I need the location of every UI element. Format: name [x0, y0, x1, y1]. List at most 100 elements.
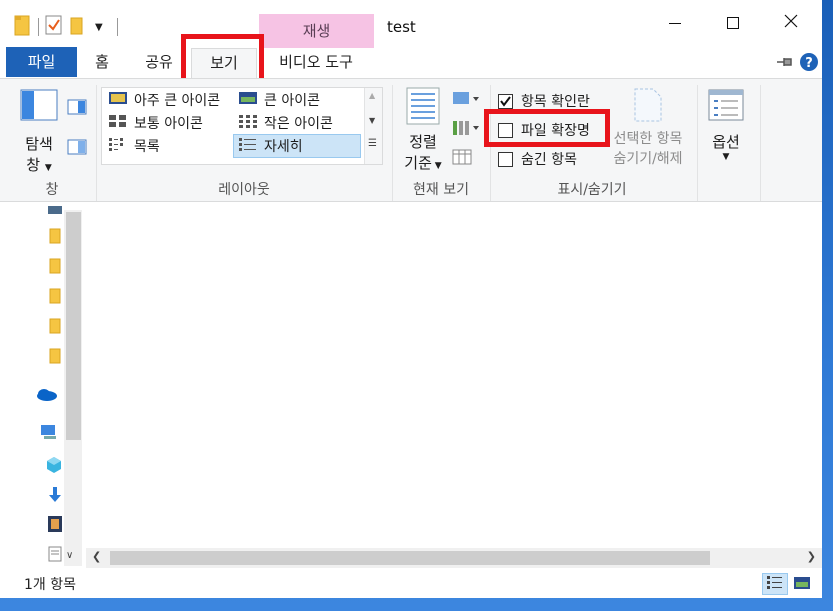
folder-icon[interactable]	[49, 258, 61, 278]
small-icons-icon	[238, 114, 258, 132]
hide-selected-icon	[633, 88, 663, 127]
layout-label: 작은 아이콘	[264, 116, 333, 132]
size-columns-icon[interactable]	[452, 149, 472, 169]
navigation-pane-scroll-thumb[interactable]	[66, 212, 81, 440]
svg-text:?: ?	[805, 56, 813, 71]
hidden-items-label: 숨긴 항목	[521, 152, 577, 168]
hide-selected-items-button[interactable]: 선택한 항목 숨기기/해제	[606, 87, 690, 168]
sort-by-label-1: 정렬	[409, 133, 437, 151]
highlight-file-extensions	[484, 109, 610, 147]
window-title: test	[387, 18, 416, 36]
layout-details[interactable]: 자세히	[233, 134, 361, 158]
large-icons-view-button[interactable]	[793, 576, 811, 594]
title-bar: ▼ 재생 test	[0, 0, 822, 48]
add-columns-icon[interactable]	[452, 119, 480, 141]
large-icons-icon	[238, 91, 258, 109]
chevron-down-icon: ▼	[722, 152, 730, 162]
navigation-pane-label-2: 창 ▼	[14, 154, 64, 175]
folder-icon[interactable]	[49, 318, 61, 338]
hide-selected-label-1: 선택한 항목	[613, 131, 683, 147]
details-pane-icon[interactable]	[67, 139, 87, 159]
layout-small-icons[interactable]: 작은 아이콘	[234, 112, 333, 134]
close-button[interactable]	[763, 8, 819, 38]
ribbon: 탐색 창 ▼ 창 아주 큰 아이콘 큰 아이콘 보통 아이콘 작은 아이콘 목록…	[0, 78, 822, 202]
sort-by-button[interactable]: 정렬 기준 ▼	[401, 87, 445, 173]
videos-icon[interactable]	[48, 516, 62, 536]
layout-extra-large-icons[interactable]: 아주 큰 아이콘	[104, 89, 220, 111]
group-label-pane: 창	[45, 182, 59, 198]
tab-home[interactable]: 홈	[86, 48, 118, 76]
maximize-button[interactable]	[705, 8, 761, 38]
details-icon	[238, 137, 258, 155]
chevron-down-icon: ▼	[44, 163, 52, 173]
navigation-pane-label-2-text: 창	[26, 156, 41, 174]
checkbox-checked[interactable]	[498, 93, 513, 109]
pin-ribbon-icon[interactable]	[776, 56, 794, 72]
layout-label: 목록	[134, 139, 160, 155]
gallery-up-icon[interactable]: ▲	[369, 91, 375, 100]
scroll-left-icon[interactable]: ❮	[92, 550, 101, 563]
navigation-pane-button[interactable]: 탐색 창 ▼	[14, 89, 64, 175]
3d-objects-icon[interactable]	[46, 456, 62, 478]
details-view-button[interactable]	[762, 573, 788, 595]
new-folder-icon[interactable]	[69, 15, 85, 39]
file-list-area[interactable]	[86, 202, 822, 548]
tab-share[interactable]: 공유	[136, 48, 182, 76]
list-icon	[108, 137, 128, 155]
onedrive-icon[interactable]	[36, 388, 58, 406]
scroll-down-icon[interactable]: ∨	[66, 550, 73, 561]
separator	[96, 85, 97, 201]
minimize-icon	[669, 22, 681, 24]
layout-label: 보통 아이콘	[134, 116, 203, 132]
properties-check-icon[interactable]	[45, 15, 63, 39]
checkbox-unchecked[interactable]	[498, 151, 513, 167]
horizontal-scroll-thumb[interactable]	[110, 551, 710, 565]
layout-medium-icons[interactable]: 보통 아이콘	[104, 112, 203, 134]
gallery-down-icon[interactable]: ▼	[369, 116, 375, 125]
folder-icon	[14, 14, 32, 40]
chevron-down-icon: ▼	[431, 161, 442, 171]
preview-pane-icon[interactable]	[67, 99, 87, 119]
folder-icon[interactable]	[49, 228, 61, 248]
qat-divider	[38, 18, 39, 36]
scroll-right-icon[interactable]: ❯	[807, 550, 816, 563]
layout-list[interactable]: 목록	[104, 135, 160, 157]
gallery-expand-icon[interactable]: ☰	[368, 138, 377, 149]
folder-icon[interactable]	[49, 288, 61, 308]
tab-file[interactable]: 파일	[6, 47, 77, 77]
options-icon	[708, 89, 744, 125]
downloads-icon[interactable]	[48, 486, 62, 508]
help-icon[interactable]: ?	[799, 52, 819, 76]
sort-by-label-2: 기준 ▼	[401, 152, 445, 173]
hide-selected-label-2: 숨기기/해제	[613, 151, 683, 167]
group-label-layout: 레이아웃	[218, 182, 270, 198]
group-by-icon[interactable]	[452, 91, 480, 111]
separator	[760, 85, 761, 201]
layout-gallery: 아주 큰 아이콘 큰 아이콘 보통 아이콘 작은 아이콘 목록 자세히 ▲ ▼ …	[101, 87, 383, 165]
item-check-boxes-toggle[interactable]: 항목 확인란	[498, 91, 590, 111]
minimize-button[interactable]	[647, 8, 703, 38]
separator	[697, 85, 698, 201]
qat-dropdown-icon[interactable]: ▼	[95, 22, 103, 33]
context-tab-play[interactable]: 재생	[259, 14, 374, 48]
options-button[interactable]: 옵션 ▼	[704, 89, 748, 162]
large-icons-view-icon	[793, 577, 811, 594]
documents-icon[interactable]	[48, 546, 62, 566]
hidden-items-toggle[interactable]: 숨긴 항목	[498, 149, 577, 169]
options-label: 옵션	[712, 133, 740, 151]
video-folder-icon[interactable]	[48, 202, 62, 218]
separator	[392, 85, 393, 201]
highlight-view-tab	[181, 34, 264, 84]
layout-large-icons[interactable]: 큰 아이콘	[234, 89, 320, 111]
layout-gallery-scroll: ▲ ▼ ☰	[364, 88, 382, 164]
close-icon	[784, 14, 798, 32]
quick-access-toolbar: ▼	[14, 14, 118, 40]
tab-video-tools[interactable]: 비디오 도구	[268, 48, 364, 76]
group-label-show-hide: 표시/숨기기	[557, 182, 627, 198]
sort-by-label-2-text: 기준	[404, 154, 432, 172]
item-count: 1개 항목	[24, 577, 76, 593]
this-pc-icon[interactable]	[40, 424, 58, 444]
layout-label: 아주 큰 아이콘	[134, 93, 221, 109]
folder-icon[interactable]	[49, 348, 61, 368]
layout-label: 자세히	[264, 139, 303, 155]
